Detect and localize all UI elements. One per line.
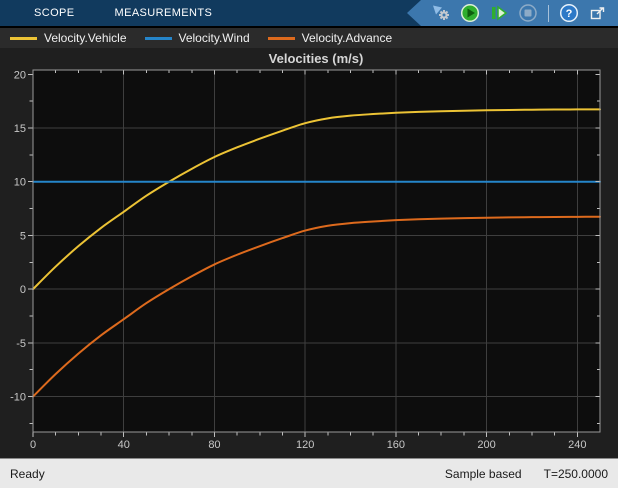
status-sim-time: T=250.0000: [543, 466, 608, 481]
svg-text:-5: -5: [16, 338, 26, 350]
svg-text:40: 40: [118, 439, 130, 451]
help-icon: ?: [559, 3, 579, 23]
tab-measurements[interactable]: MEASUREMENTS: [95, 0, 233, 26]
status-sample-mode: Sample based: [444, 466, 522, 481]
status-text: Ready: [10, 466, 45, 481]
step-forward-icon: [492, 5, 508, 21]
status-bar: Ready Sample based T=250.0000: [0, 458, 618, 488]
svg-text:0: 0: [30, 439, 36, 451]
stop-button[interactable]: [516, 1, 540, 25]
svg-text:160: 160: [387, 439, 405, 451]
scope-window: SCOPE MEASUREMENTS ? Velocity.Vehicle Ve…: [0, 0, 618, 488]
svg-text:-10: -10: [10, 392, 26, 404]
legend-item-vehicle[interactable]: Velocity.Vehicle: [10, 31, 127, 45]
svg-text:10: 10: [14, 177, 26, 189]
legend-item-wind[interactable]: Velocity.Wind: [144, 31, 250, 45]
plot-canvas[interactable]: Velocities (m/s) 0 40 80 120 160 200 240 -10 -5 0…: [0, 48, 618, 458]
step-forward-button[interactable]: [487, 1, 511, 25]
legend-bar: Velocity.Vehicle Velocity.Wind Velocity.…: [0, 28, 618, 48]
chart-title: Velocities (m/s): [269, 51, 364, 66]
svg-text:200: 200: [477, 439, 495, 451]
svg-text:240: 240: [568, 439, 586, 451]
toolbar-quick-panel: ?: [407, 0, 618, 26]
svg-text:15: 15: [14, 123, 26, 135]
run-button[interactable]: [458, 1, 482, 25]
dock-window-icon: [590, 7, 605, 20]
tab-scope[interactable]: SCOPE: [14, 0, 95, 26]
help-button[interactable]: ?: [557, 1, 581, 25]
legend-label: Velocity.Advance: [301, 31, 393, 45]
legend-label: Velocity.Wind: [178, 31, 250, 45]
legend-label: Velocity.Vehicle: [44, 31, 127, 45]
toolbar-divider: [548, 4, 549, 22]
figure-area: Velocities (m/s) 0 40 80 120 160 200 240 -10 -5 0…: [0, 48, 618, 458]
svg-text:5: 5: [20, 230, 26, 242]
legend-line-swatch: [144, 36, 172, 40]
simulation-settings-button[interactable]: [429, 1, 453, 25]
svg-text:0: 0: [20, 284, 26, 296]
toolstrip: SCOPE MEASUREMENTS ?: [0, 0, 618, 28]
stop-icon: [519, 4, 537, 22]
dock-window-button[interactable]: [586, 1, 610, 25]
legend-item-advance[interactable]: Velocity.Advance: [267, 31, 393, 45]
svg-text:?: ?: [566, 8, 573, 20]
legend-line-swatch: [267, 36, 295, 40]
svg-text:80: 80: [208, 439, 220, 451]
svg-text:20: 20: [14, 69, 26, 81]
svg-text:120: 120: [296, 439, 314, 451]
simulation-settings-icon: [433, 5, 449, 20]
legend-line-swatch: [10, 36, 37, 40]
run-icon: [460, 3, 480, 23]
